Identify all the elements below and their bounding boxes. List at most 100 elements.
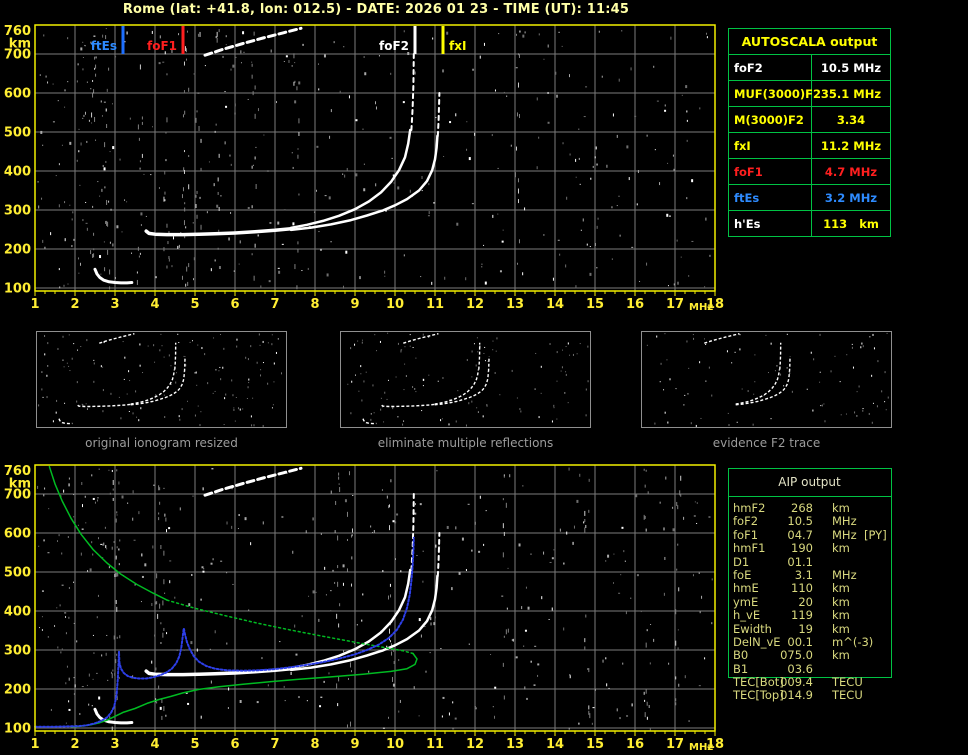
aip-value: 268	[728, 502, 813, 515]
svg-text:MHz: MHz	[689, 742, 713, 753]
aip-unit: m^(-3)	[832, 636, 873, 649]
aip-unit: km	[832, 623, 850, 636]
foF2-marker-label: foF2	[379, 39, 409, 53]
svg-text:10: 10	[386, 297, 404, 312]
svg-text:9: 9	[350, 737, 359, 752]
thumbnail-caption: evidence F2 trace	[641, 436, 892, 450]
plot-border	[35, 25, 715, 291]
thumb-trace-x_asymptote	[185, 357, 186, 372]
svg-text:300: 300	[4, 204, 31, 219]
svg-text:12: 12	[466, 737, 484, 752]
aip-unit: MHz	[832, 569, 857, 582]
axis-labels: 760700600500400300200100km12345678910111…	[4, 24, 724, 313]
svg-text:17: 17	[666, 737, 684, 752]
svg-text:14: 14	[546, 297, 564, 312]
svg-text:14: 14	[546, 737, 564, 752]
svg-text:13: 13	[506, 297, 524, 312]
aip-row-b1: B103.6	[728, 663, 892, 676]
svg-text:16: 16	[626, 297, 644, 312]
trace-profile_bottomside	[71, 654, 417, 727]
scaled_ionogram-group: ftEsfoF1foF2fxI760700600500400300200100k…	[4, 24, 724, 313]
aip-value: 04.7	[728, 529, 813, 542]
thumb-trace-x_trace	[435, 372, 489, 405]
svg-text:3: 3	[110, 737, 119, 752]
aip-row-hmf2: hmF2268km	[728, 502, 892, 515]
aip-row-tecbot: TEC[Bot]009.4TECU	[728, 676, 892, 689]
aip-unit: km	[832, 582, 850, 595]
autoscala-row-fof1: foF14.7 MHz	[729, 159, 890, 185]
svg-text:2: 2	[70, 737, 79, 752]
thumb-trace-x_asymptote	[790, 357, 791, 372]
aip-unit: MHz	[832, 529, 857, 542]
aip-value: 20	[728, 596, 813, 609]
svg-text:10: 10	[386, 737, 404, 752]
parameter-name: MUF(3000)F2	[729, 81, 812, 106]
trace-second_hop	[205, 468, 301, 495]
thumb-trace-o_trace	[131, 370, 175, 405]
svg-text:6: 6	[230, 297, 239, 312]
thumb-trace-es_trace	[363, 419, 376, 424]
svg-text:13: 13	[506, 737, 524, 752]
svg-text:3: 3	[110, 297, 119, 312]
thumbnail-evidence-f2-trace-image	[642, 332, 891, 427]
svg-text:100: 100	[4, 722, 31, 737]
autoscala-output-table: AUTOSCALA output foF210.5 MHzMUF(3000)F2…	[728, 28, 891, 237]
thumb-trace-o_asymptote	[780, 343, 781, 370]
aip-value: 10.5	[728, 515, 813, 528]
profile-plot: 760700600500400300200100km12345678910111…	[0, 460, 740, 755]
aip-value: 03.6	[728, 663, 813, 676]
aip-row-hve: h_vE119km	[728, 609, 892, 622]
svg-text:8: 8	[310, 737, 319, 752]
aip-value: 00.1	[728, 636, 813, 649]
aip-row-b0: B0075.0km	[728, 649, 892, 662]
thumbnail-eliminate-reflections	[340, 331, 591, 428]
fxI-marker-label: fxI	[449, 39, 466, 53]
thumbnail-eliminate-reflections-image	[341, 332, 590, 427]
aip-value: 009.4	[728, 676, 813, 689]
parameter-value: 10.5 MHz	[812, 61, 890, 75]
svg-text:200: 200	[4, 683, 31, 698]
parameter-name: foF2	[729, 55, 812, 80]
ftEs-marker-label: ftEs	[91, 39, 117, 53]
svg-text:500: 500	[4, 566, 31, 581]
aip-unit: km	[832, 542, 850, 555]
parameter-name: foF1	[729, 159, 812, 184]
trace-x_asymptote	[438, 533, 440, 576]
svg-text:100: 100	[4, 282, 31, 297]
aip-value: 190	[728, 542, 813, 555]
svg-text:11: 11	[426, 737, 444, 752]
trace-series	[35, 467, 439, 727]
aip-row-tectop: TEC[Top]014.9TECU	[728, 689, 892, 702]
svg-text:16: 16	[626, 737, 644, 752]
svg-text:1: 1	[30, 737, 39, 752]
aip-row-fof1: foF104.7MHz[PY]	[728, 529, 892, 542]
thumb-trace-o_asymptote	[175, 343, 176, 370]
autoscala-row-fxi: fxI11.2 MHz	[729, 133, 890, 159]
aip-row-hmf1: hmF1190km	[728, 542, 892, 555]
svg-text:300: 300	[4, 644, 31, 659]
trace-o_asymptote	[411, 54, 413, 130]
aip-unit: MHz	[832, 515, 857, 528]
autoscala-row-fof2: foF210.5 MHz	[729, 55, 890, 81]
thumb-trace-f_flat	[78, 404, 131, 406]
trace-es_trace	[95, 269, 132, 283]
svg-text:400: 400	[4, 605, 31, 620]
trace-series	[95, 28, 439, 283]
svg-text:15: 15	[586, 737, 604, 752]
svg-text:MHz: MHz	[689, 302, 713, 313]
thumb-trace-f_flat	[382, 404, 435, 406]
thumbnail-caption: original ionogram resized	[36, 436, 287, 450]
svg-text:7: 7	[270, 297, 279, 312]
aip-table-rows: hmF2268kmfoF210.5MHzfoF104.7MHz[PY]hmF11…	[728, 502, 892, 703]
aip-unit: TECU	[832, 676, 863, 689]
thumb-trace-o_trace	[736, 370, 780, 405]
aip-row-foe: foE3.1MHz	[728, 569, 892, 582]
aip-row-fof2: foF210.5MHz	[728, 515, 892, 528]
parameter-value: 11.2 MHz	[812, 139, 890, 153]
thumb-trace-x_trace	[131, 372, 185, 405]
aip-unit: km	[832, 609, 850, 622]
parameter-name: h'Es	[729, 211, 812, 236]
parameter-value: 113 km	[812, 217, 890, 231]
trace-second_hop	[205, 28, 301, 55]
svg-text:2: 2	[70, 297, 79, 312]
